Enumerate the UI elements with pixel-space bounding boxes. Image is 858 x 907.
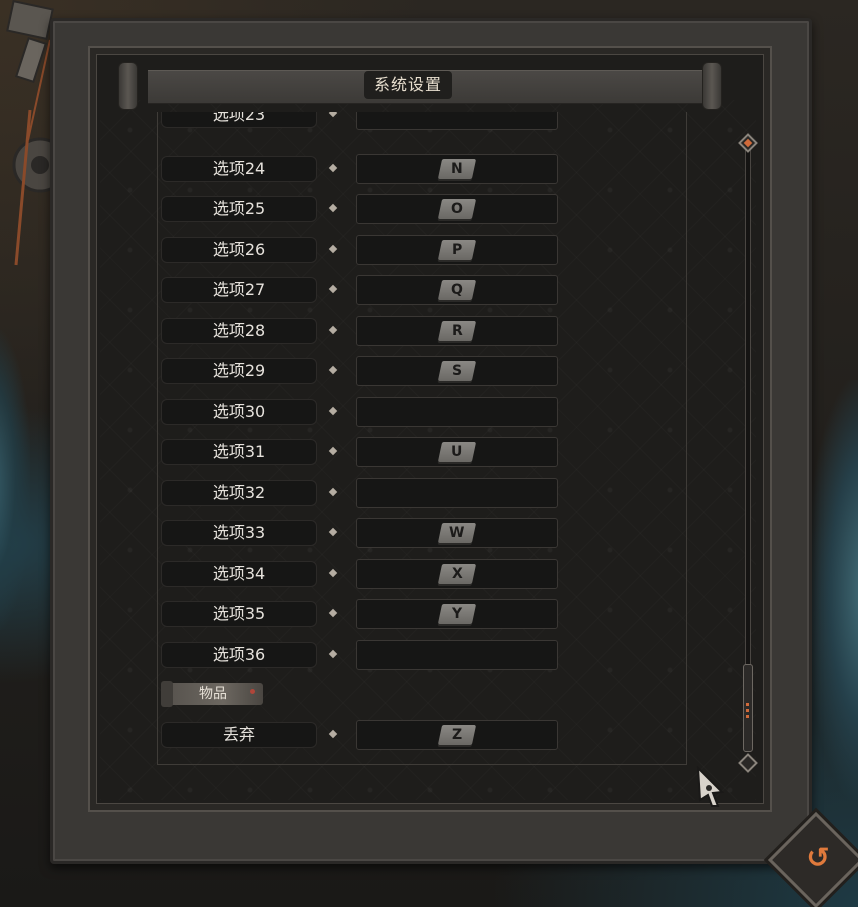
keybind-label: 选项23	[161, 112, 317, 128]
keycap: R	[437, 321, 477, 341]
scrollbar-thumb[interactable]	[743, 664, 753, 752]
background-wave-left	[0, 330, 30, 630]
diamond-icon	[328, 406, 338, 416]
keybind-label: 选项34	[161, 561, 317, 587]
keycap-label: O	[451, 201, 463, 217]
keybind-row-26[interactable]: 选项26 P	[157, 235, 685, 275]
keybind-slot[interactable]	[356, 397, 558, 427]
keycap-label: S	[451, 363, 463, 379]
keybind-label: 选项33	[161, 520, 317, 546]
keybind-label: 选项25	[161, 196, 317, 222]
section-header-items: 物品	[161, 681, 263, 707]
keycap-label: R	[451, 323, 463, 339]
keybind-row-33[interactable]: 选项33 W	[157, 518, 685, 558]
keycap-label: U	[451, 444, 463, 460]
keybind-label: 选项24	[161, 156, 317, 182]
keycap-label: Q	[451, 282, 463, 298]
keycap: Z	[437, 725, 477, 745]
keybind-label: 选项36	[161, 642, 317, 668]
diamond-icon	[328, 729, 338, 739]
diamond-icon	[328, 163, 338, 173]
diamond-icon	[328, 325, 338, 335]
keybind-label: 选项28	[161, 318, 317, 344]
keybind-row-34[interactable]: 选项34 X	[157, 559, 685, 599]
keycap: Y	[437, 604, 477, 624]
keybind-row-31[interactable]: 选项31 U	[157, 437, 685, 477]
scroll-end-left	[118, 62, 138, 110]
keybind-row-35[interactable]: 选项35 Y	[157, 599, 685, 639]
keycap-label: N	[451, 161, 463, 177]
keybind-row-32[interactable]: 选项32	[157, 478, 685, 518]
keycap-label: P	[451, 242, 463, 258]
scrollbar-track[interactable]	[745, 150, 751, 752]
keybind-slot[interactable]	[356, 478, 558, 508]
diamond-icon	[328, 568, 338, 578]
pointer-cursor-icon	[696, 766, 725, 807]
keycap: Q	[437, 280, 477, 300]
keybind-label: 选项31	[161, 439, 317, 465]
keybind-row-30[interactable]: 选项30	[157, 397, 685, 437]
keybind-slot[interactable]	[356, 640, 558, 670]
page-title: 系统设置	[364, 71, 452, 99]
diamond-icon	[328, 649, 338, 659]
diamond-icon	[328, 446, 338, 456]
keycap: S	[437, 361, 477, 381]
scroll-end-right	[702, 62, 722, 110]
keycap-label: Y	[451, 606, 463, 622]
keycap-label: W	[449, 525, 465, 541]
keybind-slot[interactable]: X	[356, 559, 558, 589]
refresh-arrow-icon: ↺	[806, 840, 830, 874]
vertical-scrollbar[interactable]	[738, 130, 758, 773]
keybind-slot[interactable]: S	[356, 356, 558, 386]
section-dot-icon	[250, 689, 255, 694]
keycap: O	[437, 199, 477, 219]
keybind-row-23[interactable]: 选项23	[157, 112, 685, 154]
keybind-row-36[interactable]: 选项36	[157, 640, 685, 680]
keybind-label: 选项30	[161, 399, 317, 425]
keybind-list[interactable]: 选项23 选项24 N 选项25 O 选项26 P 选项27 Q 选项28 R …	[157, 112, 685, 762]
diamond-icon	[328, 487, 338, 497]
keybind-label: 丢弃	[161, 722, 317, 748]
background-wave-right	[808, 380, 858, 800]
keybind-row-24[interactable]: 选项24 N	[157, 154, 685, 194]
keybind-slot[interactable]: Q	[356, 275, 558, 305]
keybind-slot[interactable]	[356, 112, 558, 130]
keycap-label: Z	[451, 727, 463, 743]
keybind-row-28[interactable]: 选项28 R	[157, 316, 685, 356]
keybind-slot[interactable]: U	[356, 437, 558, 467]
keybind-slot[interactable]: P	[356, 235, 558, 265]
section-tab	[161, 681, 173, 707]
keybind-row-29[interactable]: 选项29 S	[157, 356, 685, 396]
diamond-icon	[328, 112, 338, 118]
keycap: X	[437, 564, 477, 584]
keycap: P	[437, 240, 477, 260]
diamond-icon	[328, 203, 338, 213]
keybind-slot[interactable]: W	[356, 518, 558, 548]
diamond-icon	[328, 365, 338, 375]
keybind-label: 选项32	[161, 480, 317, 506]
keybind-row-drop[interactable]: 丢弃 Z	[157, 720, 685, 760]
keycap: W	[437, 523, 477, 543]
keybind-slot[interactable]: Y	[356, 599, 558, 629]
keycap: N	[437, 159, 477, 179]
diamond-icon	[328, 527, 338, 537]
keybind-slot[interactable]: N	[356, 154, 558, 184]
keybind-label: 选项29	[161, 358, 317, 384]
section-header-label: 物品	[199, 686, 227, 702]
diamond-icon	[328, 244, 338, 254]
keycap: U	[437, 442, 477, 462]
diamond-icon	[328, 608, 338, 618]
keycap-label: X	[451, 566, 463, 582]
keybind-label: 选项26	[161, 237, 317, 263]
keybind-label: 选项27	[161, 277, 317, 303]
keybind-slot[interactable]: R	[356, 316, 558, 346]
diamond-icon	[328, 284, 338, 294]
keybind-slot[interactable]: Z	[356, 720, 558, 750]
keybind-label: 选项35	[161, 601, 317, 627]
keybind-slot[interactable]: O	[356, 194, 558, 224]
game-settings-screen: 系统设置 选项23 选项24 N 选项25 O 选项26 P 选项27 Q 选项…	[0, 0, 858, 907]
keybind-row-25[interactable]: 选项25 O	[157, 194, 685, 234]
keybind-row-27[interactable]: 选项27 Q	[157, 275, 685, 315]
